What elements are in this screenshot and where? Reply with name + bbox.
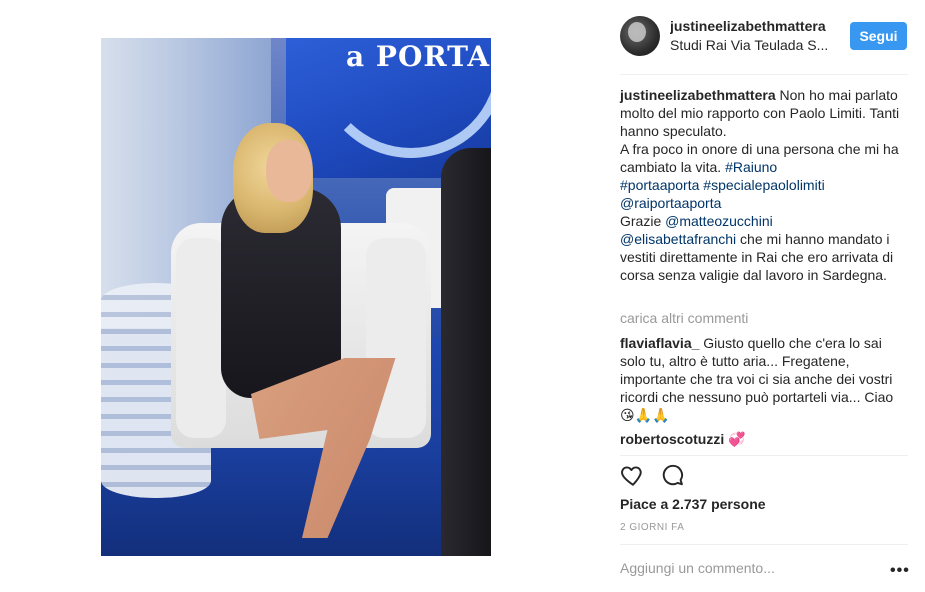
header-username[interactable]: justineelizabethmattera — [670, 18, 830, 34]
more-options-icon[interactable]: ••• — [890, 562, 910, 580]
likes-count[interactable]: Piace a 2.737 persone — [620, 496, 766, 512]
header-divider — [620, 74, 908, 75]
hashtag-raiuno[interactable]: #Raiuno — [725, 159, 777, 175]
hashtag-portaaporta[interactable]: #portaaporta — [620, 177, 699, 193]
armchair-left-arm — [176, 238, 226, 438]
comment-author[interactable]: flaviaflavia_ — [620, 335, 699, 351]
comment-emoji: 😘🙏🙏 — [620, 408, 670, 424]
mention-matteozucchini[interactable]: @matteozucchini — [665, 213, 773, 229]
comment-author[interactable]: robertoscotuzzi — [620, 431, 724, 447]
header-location[interactable]: Studi Rai Via Teulada S... — [670, 37, 834, 53]
speech-bubble-icon[interactable] — [660, 462, 688, 490]
comment-emoji: 💞 — [728, 432, 746, 448]
hashtag-specialepaololimiti[interactable]: #specialepaololimiti — [703, 177, 824, 193]
comment-input-divider — [620, 544, 908, 545]
comment-item: flaviaflavia_ Giusto quello che c'era lo… — [620, 334, 910, 425]
heart-outline-icon[interactable] — [620, 462, 648, 490]
post-photo[interactable]: a PORTA — [101, 38, 491, 556]
caption-grazie: Grazie — [620, 213, 666, 229]
post-side-panel: justineelizabethmattera Studi Rai Via Te… — [604, 0, 925, 592]
post-timestamp[interactable]: 2 GIORNI FA — [620, 522, 684, 533]
mention-raiportaaporta[interactable]: @raiportaaporta — [620, 195, 721, 211]
post-header: justineelizabethmattera Studi Rai Via Te… — [604, 0, 925, 74]
screen-logo-text: a PORTA — [346, 40, 491, 73]
caption-author[interactable]: justineelizabethmattera — [620, 87, 776, 103]
mention-elisabettafranchi[interactable]: @elisabettafranchi — [620, 231, 736, 247]
caption: justineelizabethmattera Non ho mai parla… — [620, 86, 910, 284]
follow-button[interactable]: Segui — [850, 22, 907, 50]
actions-divider — [620, 455, 908, 456]
seated-woman-face — [266, 140, 312, 202]
load-more-comments[interactable]: carica altri commenti — [620, 310, 748, 326]
comment-item: robertoscotuzzi 💞 — [620, 430, 910, 449]
standing-person — [441, 148, 491, 556]
add-comment-input[interactable]: Aggiungi un commento... — [620, 560, 880, 576]
avatar[interactable] — [620, 16, 660, 56]
